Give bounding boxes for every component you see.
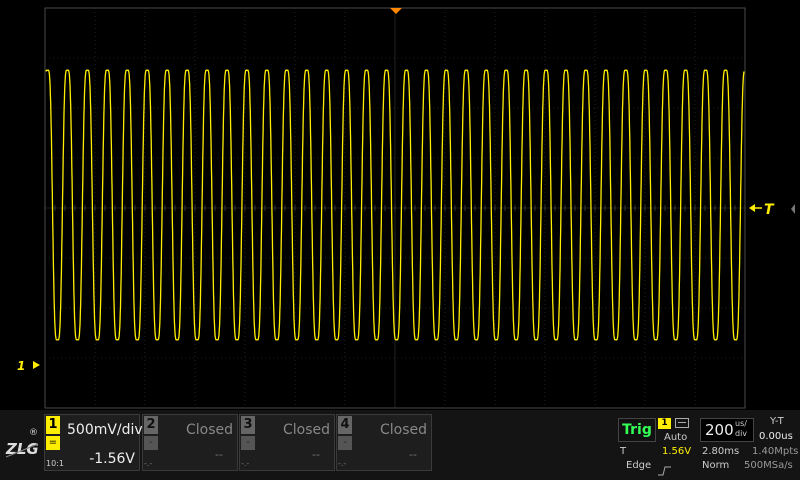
channel-3-offset: -- — [312, 448, 320, 461]
channel-1-offset-marker[interactable]: 1 — [17, 359, 40, 373]
channel-2-probe-ratio: -.- — [144, 459, 153, 468]
channel-1-marker-label: 1 — [17, 359, 25, 373]
channel-3-status: Closed — [282, 422, 330, 438]
channel-1-number: 1 — [46, 416, 60, 434]
trigger-type-label: T — [620, 446, 627, 457]
channel-4-offset: -- — [409, 448, 417, 461]
trigger-slope-icon — [675, 418, 689, 428]
display-mode[interactable]: Y-T — [770, 416, 784, 427]
channel-4-number: 4 — [338, 416, 352, 434]
edge-rising-icon — [658, 461, 672, 476]
channel-2-coupling-icon: - — [144, 436, 158, 450]
trigger-source-badge[interactable]: 1 — [658, 418, 671, 429]
channel-2-offset: -- — [215, 448, 223, 461]
timebase-value: 200 — [705, 421, 734, 439]
channel-1-coupling-icon: = — [46, 436, 60, 450]
timebase-unit-bottom: div — [735, 429, 748, 438]
channel-3-probe-ratio: -.- — [241, 459, 250, 468]
trigger-level[interactable]: 1.56V — [662, 446, 691, 457]
memory-depth: 1.40Mpts — [752, 446, 799, 457]
channel-3-number: 3 — [241, 416, 255, 434]
trigger-button[interactable]: Trig — [618, 418, 656, 442]
channel-3-panel[interactable]: 3 - -.- Closed -- — [239, 414, 335, 471]
trigger-level-marker[interactable]: T — [749, 202, 775, 218]
record-time: 2.80ms — [702, 446, 740, 457]
channel-1-probe-ratio: 10:1 — [46, 459, 64, 468]
waveform-canvas: T 1 — [17, 7, 795, 409]
timebase-unit-top: us/ — [735, 419, 747, 428]
channel-1-panel[interactable]: 1 = 10:1 500mV/div -1.56V — [44, 414, 143, 471]
channel-1-scale: 500mV/div — [67, 422, 143, 438]
channel-4-coupling-icon: - — [338, 436, 352, 450]
channel-4-panel[interactable]: 4 - -.- Closed -- — [336, 414, 432, 471]
trigger-timebase-panel: Trig 1 Auto T 1.56V Edge 200 us/ div 2.8… — [614, 414, 800, 476]
channel-4-status: Closed — [379, 422, 427, 438]
channel-3-coupling-icon: - — [241, 436, 255, 450]
waveform-display[interactable]: T 1 — [0, 0, 800, 410]
trigger-edge[interactable]: Edge — [626, 460, 651, 471]
channel-2-panel[interactable]: 2 - -.- Closed -- — [142, 414, 238, 471]
side-panel-chevron-icon[interactable] — [791, 204, 795, 214]
trigger-level-label: T — [764, 202, 775, 218]
trigger-mode[interactable]: Auto — [664, 432, 687, 443]
channel-4-probe-ratio: -.- — [338, 459, 347, 468]
horizontal-delay[interactable]: 0.00us — [759, 431, 793, 442]
timebase-box[interactable]: 200 us/ div — [700, 418, 754, 442]
registered-mark: ® — [29, 428, 38, 438]
channel-1-offset: -1.56V — [89, 451, 135, 467]
trigger-sweep[interactable]: Norm — [702, 460, 729, 471]
sample-rate: 500MSa/s — [744, 460, 793, 471]
channel-2-status: Closed — [185, 422, 233, 438]
channel-2-number: 2 — [144, 416, 158, 434]
